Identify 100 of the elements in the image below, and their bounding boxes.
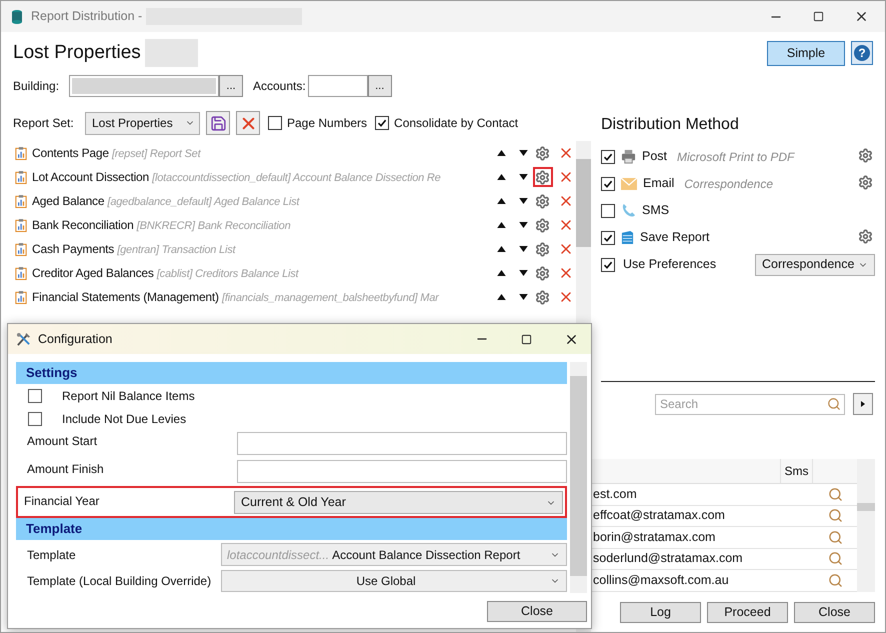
report-set-dropdown[interactable]: Lost Properties: [85, 112, 200, 134]
move-up-icon[interactable]: [496, 246, 506, 252]
search-field[interactable]: Search: [655, 394, 845, 414]
move-down-icon[interactable]: [518, 246, 528, 252]
method-label: Email: [643, 175, 674, 192]
browse-button[interactable]: ...: [368, 75, 392, 97]
checkbox[interactable]: [601, 258, 615, 272]
move-up-icon[interactable]: [496, 174, 506, 180]
report-name: Cash Payments: [32, 242, 114, 256]
dialog-title: Configuration: [38, 330, 112, 348]
play-arrow-icon: [861, 401, 865, 407]
report-detail: [repset] Report Set: [112, 148, 200, 160]
financial-year-dropdown[interactable]: Current & Old Year: [234, 491, 563, 514]
app-logo-icon: [11, 8, 23, 24]
checkbox-label: Page Numbers: [287, 115, 368, 132]
template-dropdown[interactable]: lotaccountdissect... Account Balance Dissection Report: [221, 543, 567, 566]
maximize-icon[interactable]: [521, 334, 532, 344]
column-header[interactable]: Sms: [780, 459, 813, 483]
checkbox[interactable]: [28, 412, 42, 426]
override-dropdown[interactable]: Use Global: [221, 570, 567, 592]
expand-button[interactable]: [853, 393, 873, 415]
move-down-icon[interactable]: [518, 270, 528, 276]
gear-icon: [535, 218, 550, 232]
move-up-icon[interactable]: [496, 198, 506, 204]
report-detail: [agedbalance_default] Aged Balance List: [107, 196, 300, 208]
view-icon[interactable]: [828, 530, 843, 545]
report-icon: [15, 170, 27, 184]
view-icon[interactable]: [828, 551, 843, 566]
email-cell-text: soderlund@stratamax.com: [592, 550, 744, 568]
report-detail: [gentran] Transaction List: [117, 244, 236, 256]
field-label: Report Set:: [13, 115, 75, 132]
checkbox[interactable]: [268, 116, 282, 130]
field-label: Financial Year: [24, 493, 100, 510]
save-button[interactable]: [206, 111, 230, 135]
accounts-field[interactable]: [308, 75, 368, 97]
close-button[interactable]: Close: [487, 601, 587, 622]
preferences-dropdown[interactable]: Correspondence: [755, 254, 875, 276]
section-header: Settings: [16, 362, 567, 384]
redacted-text: [144, 39, 198, 67]
footer-button[interactable]: Close: [794, 602, 875, 622]
report-icon: [15, 242, 27, 256]
field-label: Accounts:: [253, 78, 306, 95]
settings-button[interactable]: [532, 167, 553, 187]
field-label: Amount Start: [27, 433, 98, 450]
browse-button[interactable]: ...: [219, 75, 243, 97]
view-icon[interactable]: [828, 486, 843, 502]
move-up-icon[interactable]: [496, 270, 506, 276]
gear-icon: [858, 174, 872, 190]
checkbox[interactable]: [28, 388, 42, 402]
report-icon: [15, 194, 27, 208]
footer-button[interactable]: Proceed: [707, 602, 788, 622]
close-icon[interactable]: [854, 9, 869, 24]
envelope-icon: [621, 178, 637, 190]
gear-icon: [535, 146, 550, 160]
checkbox-label: Consolidate by Contact: [394, 115, 518, 132]
scrollbar[interactable]: [857, 459, 875, 592]
search-icon: [827, 396, 841, 410]
move-up-icon[interactable]: [496, 222, 506, 228]
checkbox[interactable]: [601, 204, 615, 218]
checkbox[interactable]: [601, 150, 615, 164]
building-field[interactable]: [69, 75, 219, 97]
document-stack-icon: [621, 230, 634, 245]
checkbox[interactable]: [601, 176, 615, 190]
email-cell-text: effcoat@stratamax.com: [592, 507, 726, 524]
checkbox[interactable]: [375, 116, 390, 130]
maximize-icon[interactable]: [813, 11, 824, 22]
tools-icon: [16, 332, 31, 346]
move-down-icon[interactable]: [518, 294, 528, 300]
help-button[interactable]: ?: [851, 41, 873, 65]
move-up-icon[interactable]: [496, 294, 506, 300]
report-icon: [15, 266, 27, 280]
report-detail: [financials_management_balsheetbyfund] Mar: [222, 292, 439, 304]
delete-button[interactable]: [236, 111, 260, 135]
section-title: Distribution Method: [601, 115, 740, 135]
move-up-icon[interactable]: [496, 150, 506, 156]
email-cell-text: est.com: [592, 486, 638, 503]
gear-icon: [535, 242, 550, 256]
checkbox[interactable]: [601, 230, 615, 244]
move-down-icon[interactable]: [518, 222, 528, 228]
scrollbar[interactable]: [570, 362, 587, 593]
simple-button[interactable]: Simple: [767, 40, 845, 66]
phone-icon: [621, 203, 636, 218]
checkbox-label: Include Not Due Levies: [62, 410, 186, 428]
field-label: Building:: [13, 78, 60, 95]
input-field[interactable]: [237, 460, 567, 483]
input-field[interactable]: [237, 432, 567, 455]
view-icon[interactable]: [828, 508, 843, 524]
section-header: Template: [16, 518, 567, 540]
field-label: Template: [27, 546, 77, 564]
method-detail: Microsoft Print to PDF: [677, 148, 794, 166]
method-label: SMS: [642, 202, 670, 220]
move-down-icon[interactable]: [518, 198, 528, 204]
footer-button[interactable]: Log: [620, 602, 701, 622]
gear-icon: [858, 228, 872, 244]
move-down-icon[interactable]: [518, 174, 528, 180]
field-label: Amount Finish: [27, 461, 105, 478]
view-icon[interactable]: [828, 572, 843, 588]
report-icon: [15, 290, 27, 304]
move-down-icon[interactable]: [518, 150, 528, 156]
gear-icon: [535, 290, 550, 304]
